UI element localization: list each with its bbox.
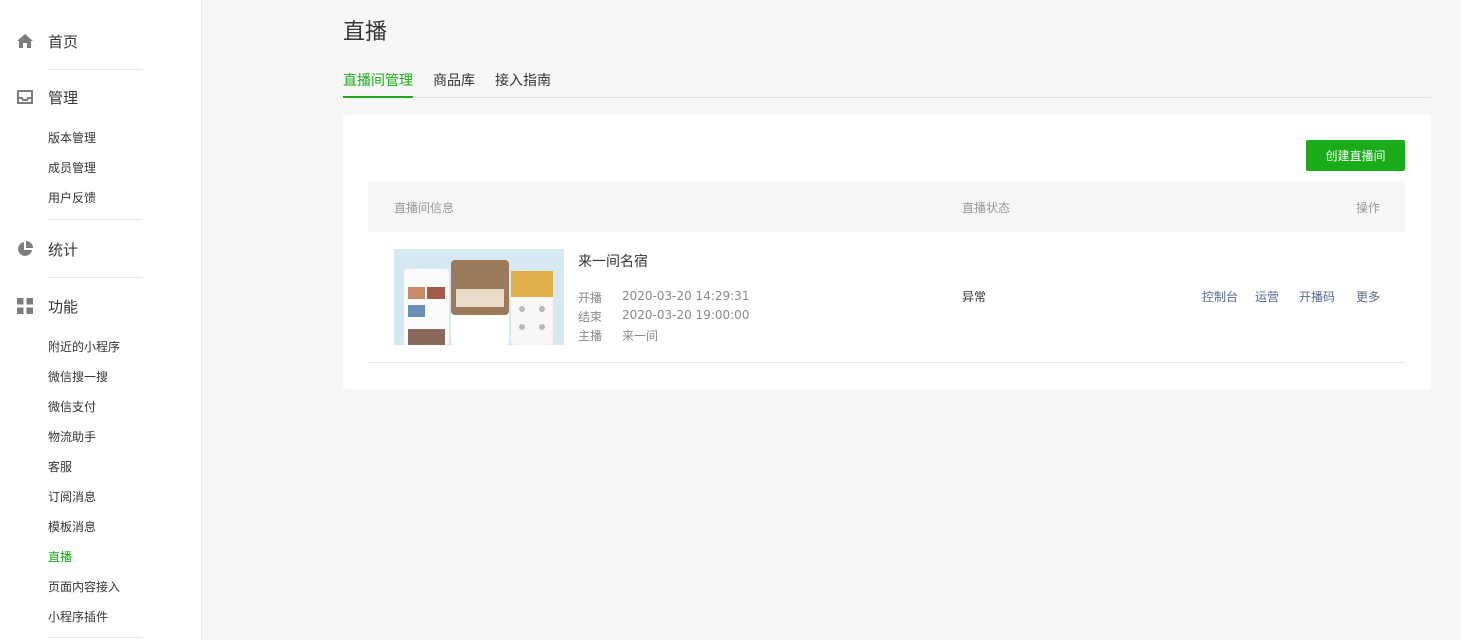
nav-home-label: 首页 — [48, 32, 79, 51]
inbox-icon — [16, 88, 34, 106]
page-title: 直播 — [343, 20, 388, 45]
sidebar-item-pay[interactable]: 微信支付 — [48, 397, 96, 417]
more-link[interactable]: 更多 — [1356, 288, 1380, 305]
nav-manage[interactable]: 管理 — [0, 82, 202, 112]
sidebar-item-plugin[interactable]: 小程序插件 — [48, 607, 108, 627]
start-label: 开播 — [578, 291, 603, 305]
broadcast-code-link[interactable]: 开播码 — [1299, 288, 1335, 305]
home-icon — [16, 32, 34, 50]
live-room-name: 来一间名宿 — [578, 254, 648, 270]
host-name: 来一间 — [622, 329, 659, 343]
nav-features-label: 功能 — [48, 297, 79, 316]
sidebar-item-live[interactable]: 直播 — [48, 547, 72, 567]
sidebar-item-content[interactable]: 页面内容接入 — [48, 577, 120, 597]
tab-guide[interactable]: 接入指南 — [495, 70, 551, 98]
sidebar-item-nearby[interactable]: 附近的小程序 — [48, 337, 120, 357]
divider — [48, 277, 142, 278]
live-room-cover-image — [394, 249, 564, 345]
pie-chart-icon — [16, 240, 34, 258]
sidebar-item-search[interactable]: 微信搜一搜 — [48, 367, 108, 387]
sidebar-item-feedback[interactable]: 用户反馈 — [48, 188, 96, 208]
tab-live-rooms[interactable]: 直播间管理 — [343, 70, 413, 98]
header-ops: 操作 — [1356, 201, 1381, 215]
create-live-room-button[interactable]: 创建直播间 — [1306, 140, 1405, 171]
grid-icon — [16, 297, 34, 315]
start-time: 2020-03-20 14:29:31 — [622, 289, 750, 303]
nav-manage-label: 管理 — [48, 88, 79, 107]
sidebar: 首页 管理 版本管理 成员管理 用户反馈 统计 功能 附近的小程序 微信搜一搜 … — [0, 0, 202, 640]
live-status: 异常 — [962, 290, 987, 304]
sidebar-item-subscribe[interactable]: 订阅消息 — [48, 487, 96, 507]
table-row: 来一间名宿 开播 2020-03-20 14:29:31 结束 2020-03-… — [368, 232, 1405, 363]
host-label: 主播 — [578, 329, 603, 343]
console-link[interactable]: 控制台 — [1202, 288, 1238, 305]
divider — [48, 69, 142, 70]
nav-home[interactable]: 首页 — [0, 26, 202, 56]
end-time: 2020-03-20 19:00:00 — [622, 308, 750, 322]
nav-stats-label: 统计 — [48, 240, 79, 259]
table-header: 直播间信息 直播状态 操作 — [368, 181, 1405, 232]
sidebar-item-version[interactable]: 版本管理 — [48, 128, 96, 148]
tab-bar: 直播间管理 商品库 接入指南 — [343, 68, 1431, 98]
header-status: 直播状态 — [962, 201, 1011, 215]
header-info: 直播间信息 — [394, 201, 455, 215]
tab-products[interactable]: 商品库 — [433, 70, 475, 98]
live-room-card: 创建直播间 直播间信息 直播状态 操作 来一间名宿 开播 2020-03-20 … — [343, 115, 1431, 389]
nav-features[interactable]: 功能 — [0, 291, 202, 321]
operate-link[interactable]: 运营 — [1255, 288, 1279, 305]
sidebar-item-service[interactable]: 客服 — [48, 457, 72, 477]
divider — [48, 219, 142, 220]
nav-stats[interactable]: 统计 — [0, 234, 202, 264]
sidebar-item-logistics[interactable]: 物流助手 — [48, 427, 96, 447]
sidebar-item-members[interactable]: 成员管理 — [48, 158, 96, 178]
sidebar-item-template[interactable]: 模板消息 — [48, 517, 96, 537]
end-label: 结束 — [578, 310, 603, 324]
divider — [48, 637, 142, 638]
